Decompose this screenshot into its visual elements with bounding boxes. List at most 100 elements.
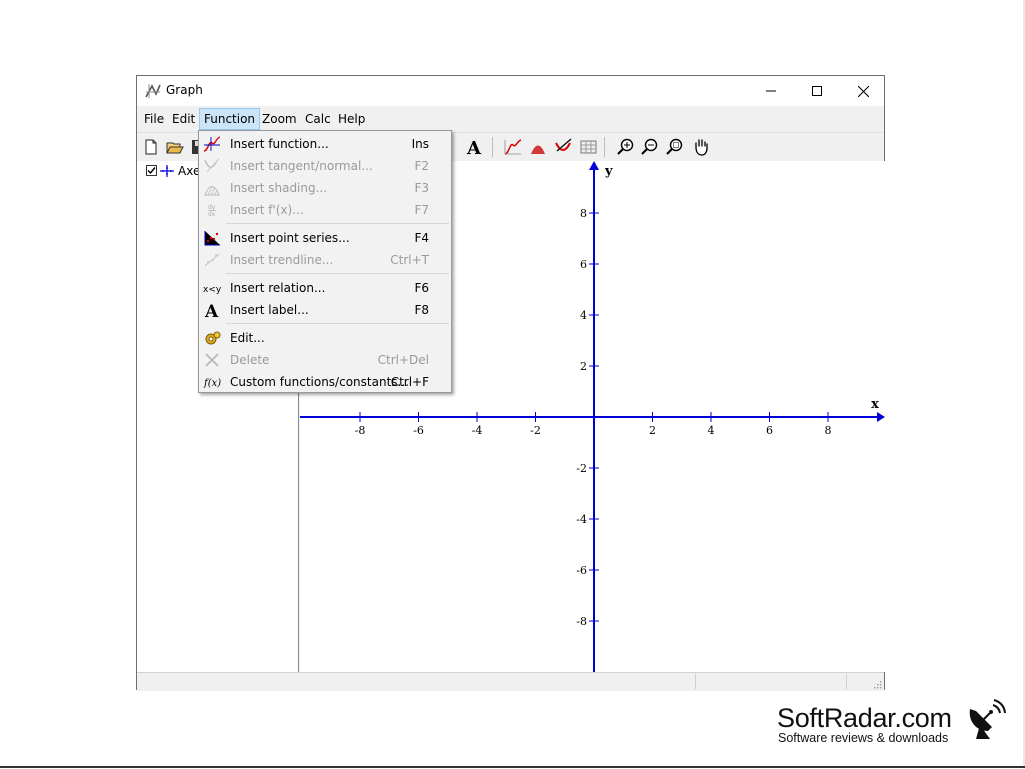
maximize-button[interactable] bbox=[794, 76, 840, 106]
new-file-icon[interactable] bbox=[141, 137, 161, 157]
insert-label-tool-icon[interactable]: A bbox=[465, 137, 485, 157]
menu-item-shortcut: Ctrl+T bbox=[390, 253, 429, 267]
menu-bar: File Edit Function Zoom Calc Help bbox=[137, 107, 884, 131]
menu-zoom[interactable]: Zoom bbox=[258, 109, 301, 129]
y-tick-label: 2 bbox=[580, 360, 587, 373]
minimize-icon bbox=[766, 90, 776, 92]
open-folder-icon[interactable] bbox=[165, 137, 185, 157]
menu-file[interactable]: File bbox=[140, 109, 168, 129]
menu-item-label: Insert tangent/normal... bbox=[230, 159, 373, 173]
x-axis-label: x bbox=[871, 397, 879, 412]
x-tick-label: -6 bbox=[413, 424, 424, 437]
status-bar bbox=[137, 672, 884, 691]
zoom-out-icon[interactable] bbox=[640, 137, 660, 157]
y-axis-arrow bbox=[589, 161, 599, 170]
page-bottom-border bbox=[0, 766, 1025, 768]
relation-icon: x<y bbox=[203, 285, 221, 295]
zoom-fit-icon[interactable] bbox=[665, 137, 685, 157]
y-tick-label: -2 bbox=[576, 462, 587, 475]
satellite-dish-icon bbox=[969, 699, 1006, 739]
menu-item-insert-trendline[interactable]: Insert trendline... Ctrl+T bbox=[201, 249, 449, 271]
menu-item-shortcut: F3 bbox=[414, 181, 429, 195]
x-tick-label: 2 bbox=[649, 424, 656, 437]
delete-icon bbox=[205, 353, 219, 367]
tangent-icon bbox=[204, 158, 220, 173]
menu-item-insert-shading[interactable]: Insert shading... F3 bbox=[201, 177, 449, 199]
menu-item-insert-tangent[interactable]: Insert tangent/normal... F2 bbox=[201, 155, 449, 177]
menu-item-label: Insert trendline... bbox=[230, 253, 334, 267]
menu-item-shortcut: F7 bbox=[414, 203, 429, 217]
x-tick-label: -2 bbox=[530, 424, 541, 437]
menu-item-label: Insert shading... bbox=[230, 181, 328, 195]
menu-item-shortcut: Ctrl+Del bbox=[377, 353, 429, 367]
y-tick-label: 8 bbox=[580, 207, 587, 220]
axes-checkbox[interactable] bbox=[146, 165, 157, 176]
close-icon bbox=[857, 85, 869, 97]
custom-function-icon: f(x) bbox=[203, 378, 221, 389]
y-tick-label: -8 bbox=[576, 615, 587, 628]
menu-item-label: Insert point series... bbox=[230, 231, 350, 245]
status-divider bbox=[695, 674, 696, 689]
graph-app-icon bbox=[145, 84, 161, 98]
menu-item-label: Edit... bbox=[230, 331, 265, 345]
function-icon bbox=[203, 136, 221, 152]
menu-item-shortcut: F8 bbox=[414, 303, 429, 317]
title-bar[interactable]: Graph bbox=[137, 76, 884, 106]
insert-function-tool-icon[interactable] bbox=[503, 137, 523, 157]
zoom-in-icon[interactable] bbox=[616, 137, 636, 157]
menu-function[interactable]: Function bbox=[199, 108, 261, 130]
maximize-icon bbox=[812, 86, 822, 96]
menu-item-insert-point-series[interactable]: Insert point series... F4 bbox=[201, 227, 449, 249]
svg-text:f(x): f(x) bbox=[203, 378, 221, 389]
x-tick-label: -8 bbox=[355, 424, 366, 437]
y-tick-label: -4 bbox=[576, 513, 587, 526]
menu-item-shortcut: Ins bbox=[411, 137, 429, 151]
insert-tangent-tool-icon[interactable] bbox=[553, 137, 573, 157]
menu-item-custom-functions[interactable]: f(x) Custom functions/constants... Ctrl+… bbox=[201, 371, 449, 393]
minimize-button[interactable] bbox=[748, 76, 794, 106]
label-icon: A bbox=[204, 302, 219, 318]
x-tick-label: 8 bbox=[825, 424, 832, 437]
edit-gear-icon bbox=[205, 331, 221, 345]
toolbar-separator bbox=[492, 137, 493, 157]
menu-item-insert-label[interactable]: A Insert label... F8 bbox=[201, 299, 449, 321]
y-tick-label: -6 bbox=[576, 564, 587, 577]
resize-grip-icon[interactable] bbox=[872, 679, 882, 689]
menu-item-delete[interactable]: Delete Ctrl+Del bbox=[201, 349, 449, 371]
menu-item-insert-function[interactable]: Insert function... Ins bbox=[201, 133, 449, 155]
menu-item-label: Insert function... bbox=[230, 137, 329, 151]
trendline-icon bbox=[204, 253, 220, 267]
y-tick-label: 4 bbox=[580, 309, 587, 322]
svg-text:x<y: x<y bbox=[203, 285, 221, 295]
y-axis-label: y bbox=[604, 164, 613, 179]
menu-item-edit[interactable]: Edit... bbox=[201, 327, 449, 349]
window-title: Graph bbox=[166, 83, 203, 97]
shading-icon bbox=[204, 185, 220, 196]
menu-item-insert-relation[interactable]: x<y Insert relation... F6 bbox=[201, 277, 449, 299]
menu-calc[interactable]: Calc bbox=[301, 109, 335, 129]
table-icon[interactable] bbox=[578, 137, 598, 157]
svg-text:A: A bbox=[466, 138, 482, 157]
menu-item-shortcut: F6 bbox=[414, 281, 429, 295]
menu-item-label: Insert relation... bbox=[230, 281, 326, 295]
svg-text:A: A bbox=[204, 302, 219, 318]
softradar-watermark: SoftRadar.com Software reviews & downloa… bbox=[777, 699, 1007, 749]
close-button[interactable] bbox=[840, 76, 886, 106]
status-divider bbox=[846, 674, 847, 689]
pan-hand-icon[interactable] bbox=[691, 137, 711, 157]
x-tick-label: -4 bbox=[472, 424, 483, 437]
svg-text:dx: dx bbox=[208, 211, 216, 218]
derivative-icon: dydx bbox=[208, 204, 216, 218]
point-series-icon bbox=[204, 231, 220, 246]
insert-shading-tool-icon[interactable] bbox=[528, 137, 548, 157]
y-tick-label: 6 bbox=[580, 258, 587, 271]
menu-help[interactable]: Help bbox=[334, 109, 369, 129]
menu-item-label: Delete bbox=[230, 353, 270, 367]
menu-edit[interactable]: Edit bbox=[168, 109, 199, 129]
x-tick-label: 4 bbox=[708, 424, 715, 437]
menu-item-insert-derivative[interactable]: dy dx Insert f'(x)... F7 bbox=[201, 199, 449, 221]
menu-item-label: Insert f'(x)... bbox=[230, 203, 304, 217]
menu-item-shortcut: Ctrl+F bbox=[390, 375, 429, 389]
menu-separator bbox=[226, 323, 449, 324]
watermark-subtitle: Software reviews & downloads bbox=[778, 731, 949, 745]
